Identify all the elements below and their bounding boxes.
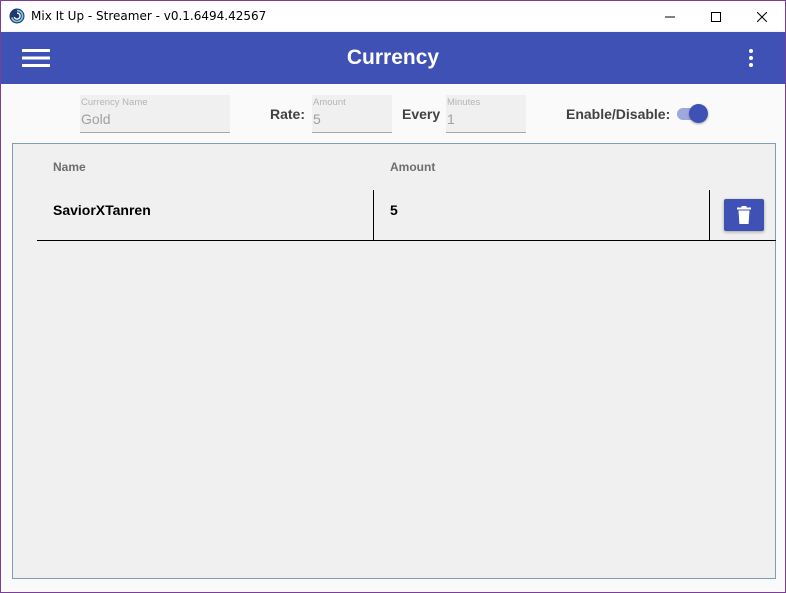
amount-field[interactable]: Amount 5 — [312, 95, 392, 133]
minutes-field[interactable]: Minutes 1 — [446, 95, 526, 133]
column-divider — [373, 190, 374, 240]
currency-name-label: Currency Name — [81, 97, 148, 108]
currency-content: Currency Name Gold Rate: Amount 5 Every … — [1, 84, 785, 592]
column-header-amount[interactable]: Amount — [390, 160, 435, 174]
page-title: Currency — [346, 46, 440, 69]
title-bar[interactable]: Mix It Up - Streamer - v0.1.6494.42567 — [1, 1, 785, 32]
minutes-value: 1 — [447, 111, 455, 127]
enable-toggle[interactable] — [677, 103, 709, 125]
currency-name-value: Gold — [81, 111, 111, 127]
table-row[interactable]: SaviorXTanren 5 — [37, 190, 776, 241]
delete-user-button[interactable] — [724, 199, 764, 231]
user-amount-cell: 5 — [390, 202, 398, 218]
close-icon — [757, 11, 767, 22]
every-label: Every — [402, 106, 441, 122]
maximize-button[interactable] — [693, 1, 739, 32]
close-button[interactable] — [739, 1, 785, 32]
app-header: Currency — [1, 32, 785, 84]
trash-icon — [737, 206, 751, 224]
app-logo-icon — [9, 8, 25, 24]
window-title: Mix It Up - Streamer - v0.1.6494.42567 — [31, 9, 267, 23]
enable-disable-label: Enable/Disable: — [566, 106, 671, 122]
currency-name-field[interactable]: Currency Name Gold — [80, 95, 230, 133]
amount-label: Amount — [313, 97, 346, 108]
app-window: Mix It Up - Streamer - v0.1.6494.42567 C… — [0, 0, 786, 593]
minimize-button[interactable] — [647, 1, 693, 32]
minimize-icon — [665, 16, 675, 17]
column-header-name[interactable]: Name — [53, 160, 86, 174]
more-vertical-icon[interactable] — [745, 48, 757, 68]
user-name-cell: SaviorXTanren — [53, 202, 151, 218]
toggle-knob — [689, 104, 708, 123]
currency-table: Name Amount SaviorXTanren 5 — [12, 143, 776, 579]
minutes-label: Minutes — [447, 97, 481, 108]
amount-value: 5 — [313, 111, 321, 127]
rate-label: Rate: — [270, 106, 306, 122]
column-divider — [709, 190, 710, 240]
maximize-icon — [711, 11, 721, 22]
